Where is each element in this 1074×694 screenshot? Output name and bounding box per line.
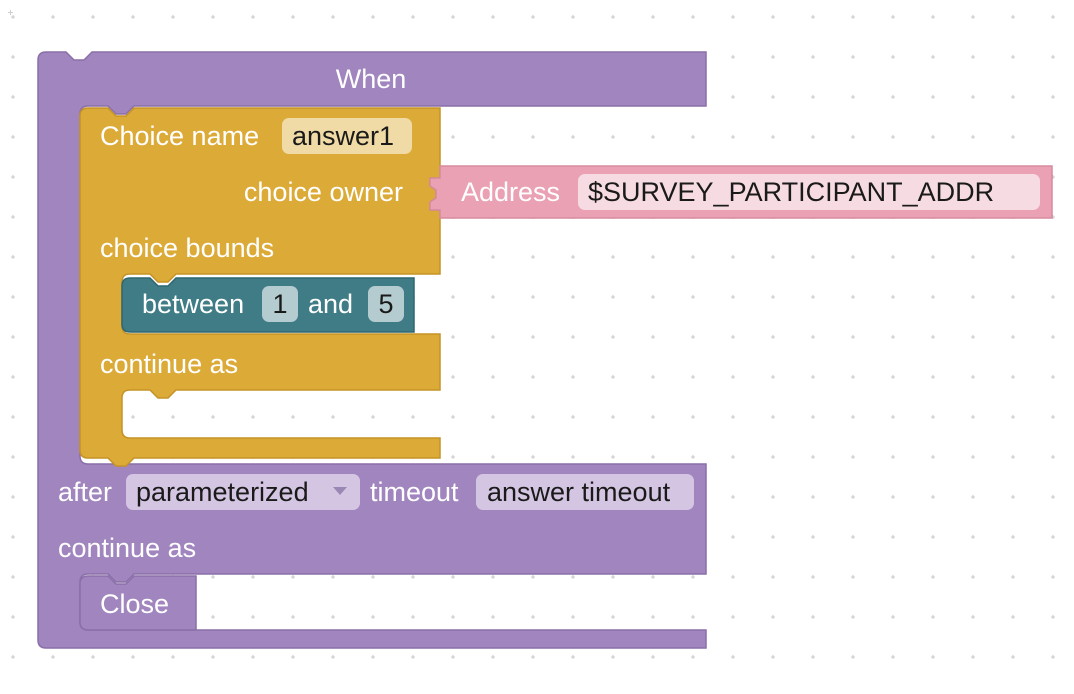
- after-label: after: [58, 477, 112, 507]
- between-block[interactable]: between 1 and 5: [121, 277, 415, 333]
- between-low-field[interactable]: 1: [262, 286, 298, 322]
- close-block[interactable]: Close: [79, 575, 197, 631]
- between-high-value: 5: [378, 289, 393, 319]
- choice-name-field[interactable]: answer1: [282, 118, 412, 154]
- choice-name-label: Choice name: [100, 121, 259, 151]
- address-block[interactable]: Address $SURVEY_PARTICIPANT_ADDR: [429, 165, 1053, 219]
- between-high-field[interactable]: 5: [368, 286, 404, 322]
- blocks-canvas: When after parameterized timeout answer …: [37, 51, 1053, 649]
- between-label: between: [142, 289, 244, 319]
- timeout-value: answer timeout: [487, 477, 671, 507]
- between-and-label: and: [308, 289, 353, 319]
- close-label: Close: [100, 589, 169, 619]
- timeout-type-dropdown[interactable]: parameterized: [126, 474, 360, 510]
- address-label: Address: [461, 177, 560, 207]
- address-value: $SURVEY_PARTICIPANT_ADDR: [588, 177, 994, 207]
- choice-owner-label: choice owner: [244, 177, 403, 207]
- between-low-value: 1: [272, 289, 287, 319]
- blockly-workspace[interactable]: When after parameterized timeout answer …: [0, 0, 1074, 694]
- timeout-type-value: parameterized: [136, 477, 309, 507]
- address-value-field[interactable]: $SURVEY_PARTICIPANT_ADDR: [578, 174, 1040, 210]
- choice-continue-label: continue as: [100, 349, 238, 379]
- when-title: When: [336, 64, 407, 94]
- choice-bounds-label: choice bounds: [100, 233, 274, 263]
- timeout-value-field[interactable]: answer timeout: [476, 474, 694, 510]
- timeout-label: timeout: [370, 477, 459, 507]
- when-continue-label: continue as: [58, 533, 196, 563]
- choice-name-value: answer1: [292, 121, 394, 151]
